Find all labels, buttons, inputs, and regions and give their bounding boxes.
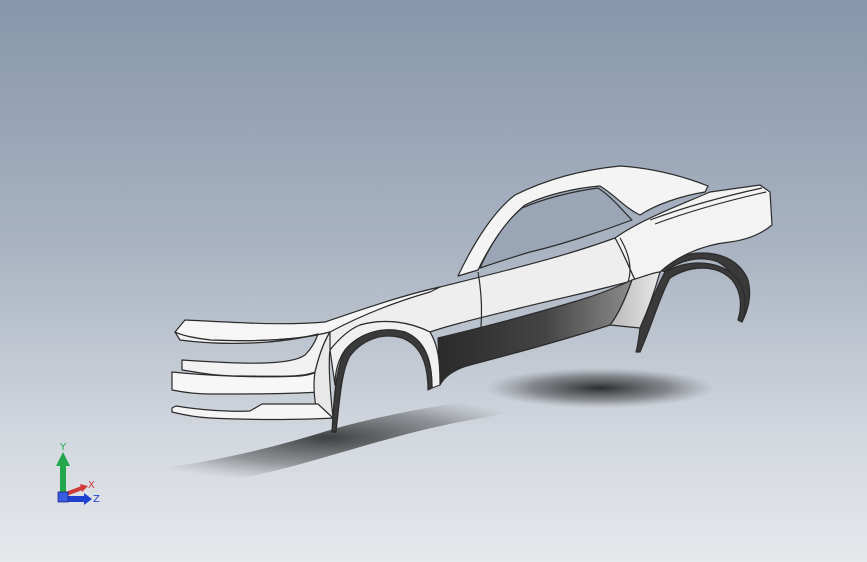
model-scene[interactable]	[0, 0, 867, 562]
y-axis-bar	[60, 462, 66, 496]
front-splitter	[171, 403, 334, 421]
x-axis-arrow-icon	[80, 484, 88, 492]
coordinate-triad: Y X Z	[56, 442, 100, 505]
y-axis-arrow-icon	[56, 452, 70, 466]
graphics-viewport[interactable]: Y X Z	[0, 0, 867, 562]
y-axis-label: Y	[59, 442, 67, 453]
z-axis-label: Z	[93, 494, 100, 505]
x-axis-label: X	[88, 480, 95, 491]
z-axis-arrow-icon	[84, 493, 92, 505]
triad-origin	[57, 491, 69, 503]
x-axis-bar	[65, 486, 83, 496]
